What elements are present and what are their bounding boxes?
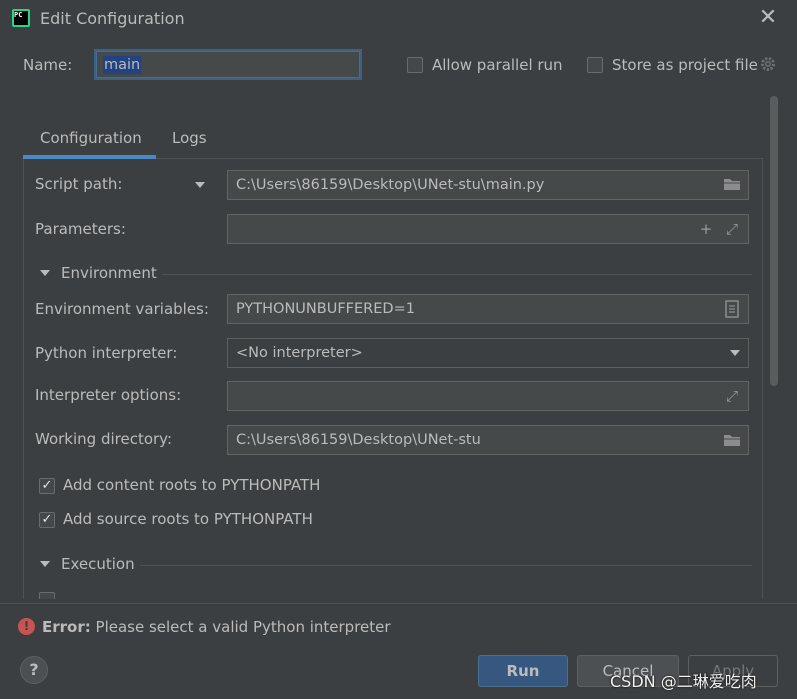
allow-parallel-label: Allow parallel run xyxy=(432,56,563,74)
parameters-field[interactable] xyxy=(227,214,749,244)
source-roots-label: Add source roots to PYTHONPATH xyxy=(63,510,313,528)
chevron-down-icon[interactable] xyxy=(730,350,740,356)
help-button[interactable]: ? xyxy=(20,656,48,684)
interpreter-value: <No interpreter> xyxy=(236,345,363,361)
store-project-label: Store as project file xyxy=(612,56,758,74)
run-button[interactable]: Run xyxy=(478,655,568,687)
execution-divider xyxy=(140,565,752,566)
expand-icon[interactable]: ⤢ xyxy=(723,386,741,406)
source-roots-checkbox[interactable]: ✓ xyxy=(39,512,55,528)
add-macro-icon[interactable]: + xyxy=(697,219,715,239)
tab-configuration[interactable]: Configuration xyxy=(40,129,142,147)
pycharm-app-icon: PC xyxy=(12,9,30,27)
error-prefix: Error: xyxy=(42,618,91,636)
script-path-value: C:\Users\86159\Desktop\UNet-stu\main.py xyxy=(236,177,545,193)
window-title: Edit Configuration xyxy=(40,9,185,28)
interpreter-label: Python interpreter: xyxy=(35,344,178,362)
scrollbar-thumb[interactable] xyxy=(770,96,778,386)
gear-icon[interactable] xyxy=(759,55,777,73)
error-icon: ! xyxy=(18,618,35,635)
environment-collapse-icon[interactable] xyxy=(40,270,50,276)
error-message: Error: Please select a valid Python inte… xyxy=(42,618,391,636)
content-roots-label: Add content roots to PYTHONPATH xyxy=(63,476,321,494)
name-input[interactable]: main xyxy=(94,49,362,80)
content-roots-checkbox[interactable]: ✓ xyxy=(39,478,55,494)
interpreter-select[interactable]: <No interpreter> xyxy=(227,338,749,368)
footer-divider xyxy=(0,603,797,604)
env-vars-field[interactable]: PYTHONUNBUFFERED=1 xyxy=(227,294,749,324)
tab-logs[interactable]: Logs xyxy=(172,129,207,147)
name-label: Name: xyxy=(23,56,73,74)
env-vars-value: PYTHONUNBUFFERED=1 xyxy=(236,301,415,317)
close-icon[interactable]: ✕ xyxy=(758,7,778,29)
environment-section-title[interactable]: Environment xyxy=(61,264,157,282)
partial-checkbox[interactable] xyxy=(39,592,55,599)
working-dir-field[interactable]: C:\Users\86159\Desktop\UNet-stu xyxy=(227,425,749,455)
folder-icon[interactable] xyxy=(723,176,741,192)
script-path-label: Script path: xyxy=(35,175,123,193)
interpreter-options-label: Interpreter options: xyxy=(35,386,182,404)
expand-icon[interactable]: ⤢ xyxy=(723,219,741,239)
store-project-checkbox[interactable] xyxy=(587,57,603,73)
script-path-field[interactable]: C:\Users\86159\Desktop\UNet-stu\main.py xyxy=(227,170,749,200)
folder-icon[interactable] xyxy=(723,432,741,448)
error-text: Please select a valid Python interpreter xyxy=(90,618,391,636)
script-path-type-dropdown[interactable] xyxy=(195,182,205,188)
working-dir-label: Working directory: xyxy=(35,430,173,448)
env-vars-label: Environment variables: xyxy=(35,300,209,318)
execution-section-title[interactable]: Execution xyxy=(61,555,135,573)
working-dir-value: C:\Users\86159\Desktop\UNet-stu xyxy=(236,432,481,448)
execution-collapse-icon[interactable] xyxy=(40,561,50,567)
environment-divider xyxy=(162,274,752,275)
watermark: CSDN @二琳爱吃肉 xyxy=(610,672,757,691)
document-icon[interactable] xyxy=(724,300,740,318)
name-input-value: main xyxy=(103,55,142,74)
interpreter-options-field[interactable] xyxy=(227,381,749,411)
allow-parallel-checkbox[interactable] xyxy=(407,57,423,73)
parameters-label: Parameters: xyxy=(35,220,126,238)
title-bar: PC Edit Configuration ✕ xyxy=(0,0,797,38)
